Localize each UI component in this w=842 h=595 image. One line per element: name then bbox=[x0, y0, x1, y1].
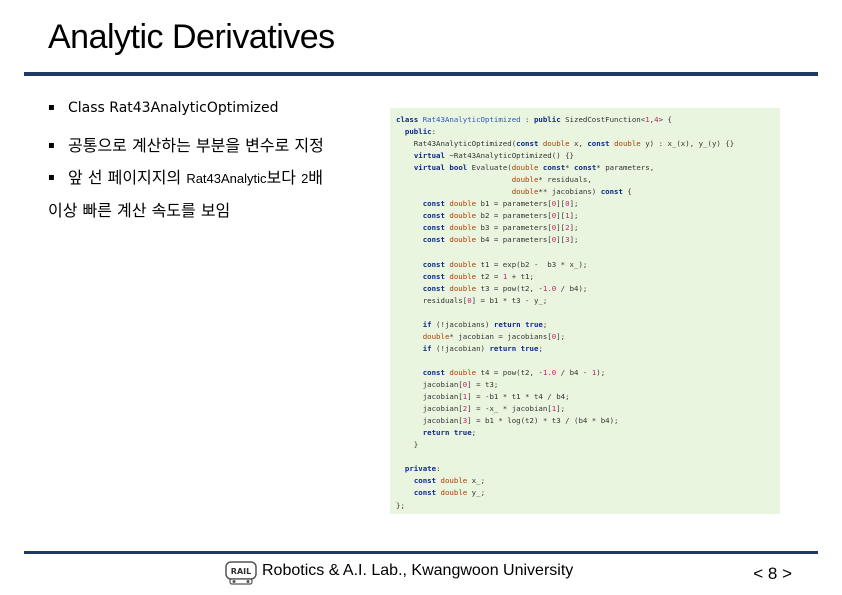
code-line: const double b3 = parameters[0][2]; bbox=[422, 223, 579, 233]
bullet-mark: ▪ bbox=[48, 172, 55, 183]
title-divider bbox=[24, 72, 818, 76]
code-line: virtual bool Evaluate(double const* cons… bbox=[413, 163, 655, 173]
page-number: < 8 > bbox=[753, 564, 792, 583]
bullet-text: Class Rat43AnalyticOptimized bbox=[68, 100, 279, 116]
code-line: jacobian[3] = b1 * log(t2) * t3 / (b4 * … bbox=[396, 416, 619, 426]
code-line: const double x_; bbox=[413, 476, 486, 486]
bullet-list: ▪ Class Rat43AnalyticOptimized ▪ 공통으로 계산… bbox=[48, 96, 378, 227]
code-line: if (!jacobians) return true; bbox=[422, 319, 548, 329]
bullet-mark: ▪ bbox=[48, 140, 55, 151]
bullet-text: 앞 선 페이지지의 Rat43Analytic보다 2배 bbox=[68, 168, 324, 187]
code-line: jacobian[0] = t3; bbox=[396, 380, 499, 390]
code-line: jacobian[2] = -x_ * jacobian[1]; bbox=[396, 404, 566, 414]
code-line: class Rat43AnalyticOptimized : public Si… bbox=[396, 115, 672, 124]
code-line: if (!jacobian) return true; bbox=[422, 343, 543, 353]
code-line: double** jacobians) const { bbox=[511, 187, 632, 197]
slide-title: Analytic Derivatives bbox=[48, 18, 335, 56]
bullet-item: ▪ 앞 선 페이지지의 Rat43Analytic보다 2배 bbox=[48, 162, 378, 195]
code-line: private: bbox=[404, 464, 441, 474]
code-listing: class Rat43AnalyticOptimized : public Si… bbox=[396, 114, 774, 512]
code-line: const double b1 = parameters[0][0]; bbox=[422, 199, 579, 209]
code-line: double* residuals, bbox=[511, 175, 592, 185]
code-line: jacobian[1] = -b1 * t1 * t4 / b4; bbox=[396, 392, 570, 402]
code-line: const double t1 = exp(b2 - b3 * x_); bbox=[422, 259, 588, 269]
code-line: virtual ~Rat43AnalyticOptimized() {} bbox=[413, 151, 575, 161]
code-line: const double t2 = 1 + t1; bbox=[422, 271, 534, 281]
code-line: public: bbox=[404, 127, 437, 137]
code-line: const double t4 = pow(t2, -1.0 / b4 - 1)… bbox=[422, 367, 606, 377]
code-line: const double y_; bbox=[413, 488, 486, 498]
footer-org: Robotics & A.I. Lab., Kwangwoon Universi… bbox=[262, 562, 574, 579]
code-line: const double t3 = pow(t2, -1.0 / b4); bbox=[422, 283, 588, 293]
code-line: } bbox=[413, 440, 419, 450]
code-line: residuals[0] = b1 * t3 - y_; bbox=[396, 295, 548, 305]
logo-text: RAIL bbox=[231, 567, 251, 576]
bullet-mark: ▪ bbox=[48, 102, 55, 113]
bullet-continuation: 이상 빠른 계산 속도를 보임 bbox=[48, 201, 231, 220]
code-line: const double b2 = parameters[0][1]; bbox=[422, 211, 579, 221]
code-line: }; bbox=[396, 500, 405, 510]
bullet-text: 공통으로 계산하는 부분을 변수로 지정 bbox=[68, 136, 324, 155]
code-block: class Rat43AnalyticOptimized : public Si… bbox=[390, 108, 780, 514]
code-line: return true; bbox=[422, 428, 477, 438]
code-line: double* jacobian = jacobians[0]; bbox=[422, 331, 566, 341]
bullet-item: ▪ 공통으로 계산하는 부분을 변수로 지정 bbox=[48, 130, 378, 162]
code-line: Rat43AnalyticOptimized(const double x, c… bbox=[396, 139, 735, 149]
code-line: const double b4 = parameters[0][3]; bbox=[422, 235, 579, 245]
footer-divider bbox=[24, 551, 818, 554]
lab-logo-icon: RAIL bbox=[225, 561, 257, 585]
bullet-item: ▪ Class Rat43AnalyticOptimized bbox=[48, 96, 378, 120]
